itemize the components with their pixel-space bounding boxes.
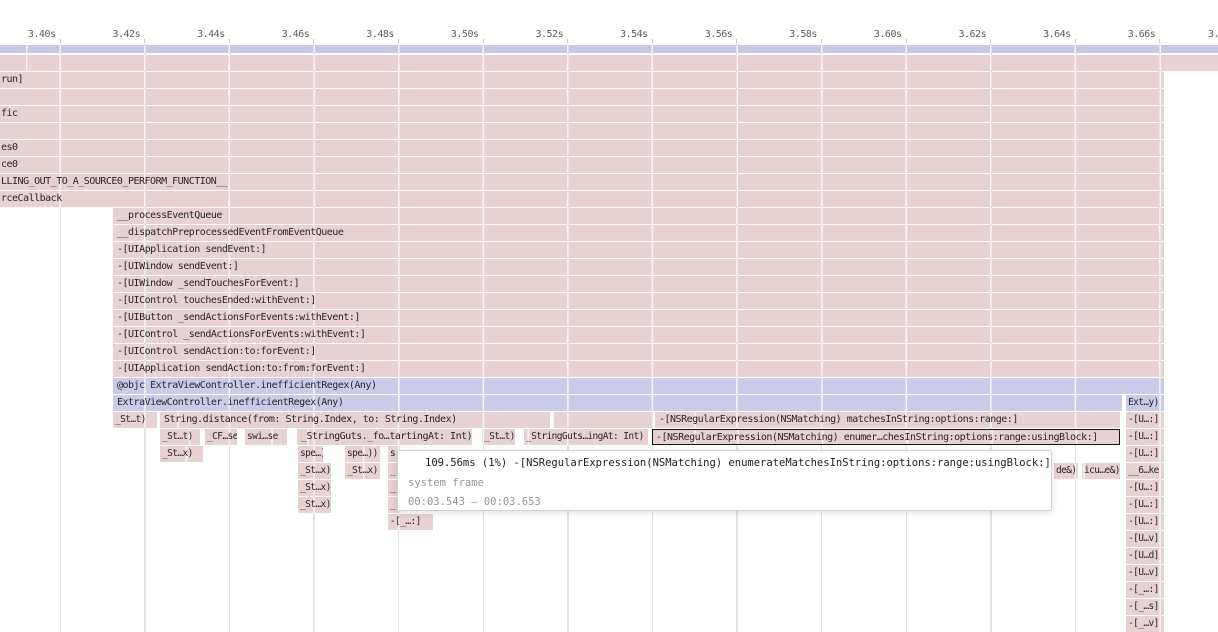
ruler-tick-mark (1075, 39, 1076, 43)
flame-segment[interactable]: __6…ke (1126, 463, 1164, 479)
flame-graph: 3.40s 3.42s 3.44s 3.46s 3.48s 3.50s 3.52s 3.54s… (0, 0, 1218, 632)
flame-segment[interactable]: _St…t) (113, 412, 157, 428)
flame-segment[interactable]: -[_…v] (1126, 616, 1164, 632)
flame-segment[interactable]: spe…)) (298, 446, 323, 462)
flame-segment[interactable]: ce0 (0, 157, 1164, 173)
flame-segment[interactable]: -[UIButton _sendActionsForEvents:withEve… (113, 310, 1164, 326)
ruler-tick-label: 3.42s (80, 29, 140, 42)
tooltip-time-range: 00:03.543 – 00:03.653 (408, 495, 541, 510)
ruler-tick-mark (906, 39, 907, 43)
flame-segment[interactable]: -[NSRegularExpression(NSMatching) matche… (655, 412, 1120, 428)
flame-segment[interactable]: fic (0, 106, 1164, 122)
flame-segment[interactable] (553, 412, 652, 428)
ruler-tick-mark (567, 39, 568, 43)
tooltip: 109.56ms (1%) -[NSRegularExpression(NSMa… (397, 450, 1052, 511)
flame-segment[interactable]: Ext…y) (1126, 395, 1164, 411)
flame-segment[interactable]: -[UIWindow _sendTouchesForEvent:] (113, 276, 1164, 292)
flame-segment[interactable]: _St…x) (160, 446, 203, 462)
ruler-tick-label: 3.50s (419, 29, 479, 42)
flame-segment[interactable]: _StringGuts._fo…tartingAt: Int) (297, 429, 472, 445)
ruler-tick-mark (821, 39, 822, 43)
flame-segment[interactable]: -[U…v] (1126, 565, 1164, 581)
flame-segment[interactable]: __processEventQueue (113, 208, 1164, 224)
flame-segment[interactable] (0, 89, 1164, 105)
flame-segment[interactable]: _CF…se (205, 429, 237, 445)
flame-segment[interactable]: -[U…v] (1126, 531, 1164, 547)
flame-segment[interactable]: _St…t) (482, 429, 515, 445)
ruler-tick-label: 3.62s (926, 29, 986, 42)
tooltip-duration-and-frame: 109.56ms (1%) -[NSRegularExpression(NSMa… (425, 456, 1051, 471)
flame-segment[interactable]: ExtraViewController.inefficientRegex(Any… (113, 395, 1122, 411)
frame-color-swatch-icon (407, 459, 418, 470)
flame-segment[interactable] (0, 123, 1164, 139)
flame-segment[interactable]: -[U…:] (1126, 514, 1164, 530)
flame-segment[interactable]: String.distance(from: String.Index, to: … (160, 412, 550, 428)
flame-segment[interactable]: -[U…:] (1126, 429, 1164, 445)
flame-segment[interactable]: rceCallback (0, 191, 1164, 207)
ruler-tick-mark (990, 39, 991, 43)
flame-segment[interactable]: -[UIControl touchesEnded:withEvent:] (113, 293, 1164, 309)
flame-segment[interactable]: @objc ExtraViewController.inefficientReg… (113, 378, 1164, 394)
tooltip-frame-kind: system frame (408, 476, 484, 491)
ruler-tick-label: 3.60s (842, 29, 902, 42)
ruler-tick-label: 3.58s (757, 29, 817, 42)
flame-segment[interactable]: _St…x) (345, 463, 380, 479)
ruler-tick-label-partial: 3.68s (1208, 29, 1218, 42)
ruler-tick-mark (144, 39, 145, 43)
flame-segment[interactable]: _St…t) (160, 429, 200, 445)
flame-segment[interactable]: -[UIApplication sendEvent:] (113, 242, 1164, 258)
flame-segment[interactable] (0, 55, 1218, 71)
ruler-tick-label: 3.52s (503, 29, 563, 42)
ruler-tick-mark (736, 39, 737, 43)
ruler-tick-mark (60, 39, 61, 43)
flame-segment[interactable]: icu…e&) (1082, 463, 1120, 479)
flame-segment[interactable]: -[_…:] (388, 514, 433, 530)
flame-segment[interactable]: LLING_OUT_TO_A_SOURCE0_PERFORM_FUNCTION_… (0, 174, 1164, 190)
flame-segment[interactable]: de&) (1054, 463, 1078, 479)
flame-segment[interactable]: -[U…:] (1126, 497, 1164, 513)
flame-segment[interactable]: -[U…d] (1126, 548, 1164, 564)
flame-segment[interactable]: -[U…:] (1126, 480, 1164, 496)
flame-segment[interactable]: -[UIControl _sendActionsForEvents:withEv… (113, 327, 1164, 343)
ruler-tick-mark (483, 39, 484, 43)
depth-strip (0, 45, 1218, 54)
flame-segment[interactable]: __dispatchPreprocessedEventFromEventQueu… (113, 225, 1164, 241)
flame-segment[interactable]: -[UIWindow sendEvent:] (113, 259, 1164, 275)
flame-segment[interactable]: _StringGuts…ingAt: Int) (524, 429, 648, 445)
flame-segment[interactable]: -[UIApplication sendAction:to:from:forEv… (113, 361, 1164, 377)
flame-segment[interactable]: -[U…:] (1126, 446, 1164, 462)
ruler-tick-label: 3.66s (1095, 29, 1155, 42)
ruler-tick-label: 3.64s (1011, 29, 1071, 42)
ruler-tick-mark (229, 39, 230, 43)
flame-segment[interactable]: -[U…:] (1126, 412, 1164, 428)
flame-segment[interactable]: run] (0, 72, 1164, 88)
flame-segment[interactable]: -[_…s] (1126, 599, 1164, 615)
ruler-tick-label: 3.40s (0, 29, 56, 42)
ruler-tick-label: 3.48s (334, 29, 394, 42)
ruler-tick-mark (1159, 39, 1160, 43)
ruler-tick-mark (652, 39, 653, 43)
flame-segment[interactable]: swi…se (245, 429, 287, 445)
ruler-tick-label: 3.54s (588, 29, 648, 42)
ruler-tick-label: 3.56s (672, 29, 732, 42)
flame-segment[interactable]: es0 (0, 140, 1164, 156)
flame-segment[interactable]: -[_…:] (1126, 582, 1164, 598)
flame-segment[interactable]: -[UIControl sendAction:to:forEvent:] (113, 344, 1164, 360)
ruler-tick-label: 3.44s (165, 29, 225, 42)
ruler-tick-mark (313, 39, 314, 43)
ruler-tick-label: 3.46s (249, 29, 309, 42)
flame-segment-selected[interactable]: -[NSRegularExpression(NSMatching) enumer… (652, 429, 1120, 445)
flame-segment[interactable]: _St…x) (298, 497, 331, 513)
flame-segment[interactable]: _St…x) (298, 480, 331, 496)
flame-segment[interactable]: spe…)) (345, 446, 380, 462)
ruler-tick-mark (398, 39, 399, 43)
flame-segment[interactable]: _St…x) (298, 463, 331, 479)
